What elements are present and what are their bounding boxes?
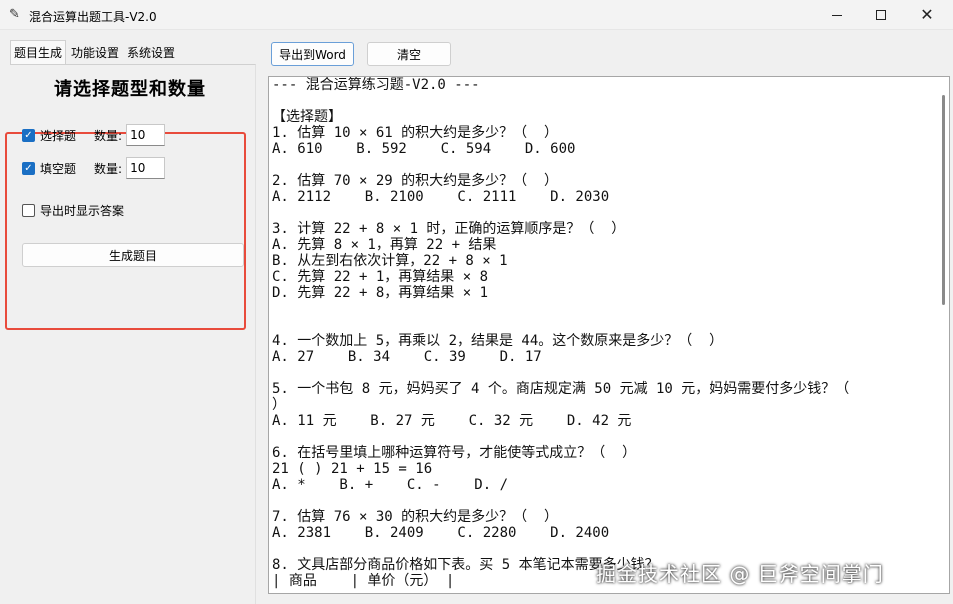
watermark: 掘金技术社区 @ 巨斧空间掌门	[596, 562, 884, 586]
generate-button[interactable]: 生成题目	[22, 243, 244, 267]
choice-checkbox[interactable]: ✓	[22, 128, 35, 142]
output-line: 1. 估算 10 × 61 的积大约是多少？（ ）	[272, 125, 559, 141]
maximize-icon	[876, 10, 886, 20]
output-line: A. 2112 B. 2100 C. 2111 D. 2030	[272, 189, 610, 205]
minimize-button[interactable]	[814, 0, 860, 30]
output-line: 4. 一个数加上 5，再乘以 2，结果是 44。这个数原来是多少？（ ）	[272, 333, 724, 349]
panel-heading: 请选择题型和数量	[54, 79, 206, 100]
show-answers-label: 导出时显示答案	[40, 203, 125, 218]
main-area: 题目生成 功能设置 系统设置 请选择题型和数量 ✓ 选择题 数量: ✓ 填空题 …	[0, 30, 953, 604]
output-line: 7. 估算 76 × 30 的积大约是多少？（ ）	[272, 509, 559, 525]
close-icon: ✕	[920, 5, 934, 24]
output-line: 5. 一个书包 8 元，妈妈买了 4 个。商店规定满 50 元减 10 元，妈妈…	[272, 381, 850, 397]
feather-icon: ✎	[9, 7, 20, 22]
output-text: --- 混合运算练习题-V2.0 --- 【选择题】 1. 估算 10 × 61 …	[272, 77, 849, 589]
window-title: 混合运算出题工具-V2.0	[29, 10, 157, 24]
output-line: A. 610 B. 592 C. 594 D. 600	[272, 141, 576, 157]
output-line: A. * B. + C. - D. /	[272, 477, 509, 493]
fill-qty-label: 数量:	[94, 161, 123, 176]
show-answers-row: 导出时显示答案	[22, 200, 124, 220]
scrollbar[interactable]	[942, 95, 945, 305]
tab-system-settings[interactable]: 系统设置	[124, 42, 178, 64]
fill-label: 填空题	[40, 161, 77, 176]
choice-qty-input[interactable]	[126, 124, 166, 146]
tab-function-settings[interactable]: 功能设置	[68, 42, 122, 64]
output-line: --- 混合运算练习题-V2.0 ---	[272, 77, 480, 93]
output-line: 【选择题】	[272, 109, 342, 125]
output-line: ）	[272, 397, 286, 413]
maximize-button[interactable]	[858, 0, 904, 30]
output-line: 3. 计算 22 + 8 × 1 时，正确的运算顺序是？（ ）	[272, 221, 626, 237]
output-line: A. 11 元 B. 27 元 C. 32 元 D. 42 元	[272, 413, 632, 429]
tab-question-generation[interactable]: 题目生成	[10, 40, 67, 64]
output-line: A. 27 B. 34 C. 39 D. 17	[272, 349, 542, 365]
output-line: B. 从左到右依次计算，22 + 8 × 1	[272, 253, 508, 269]
choice-label: 选择题	[40, 128, 77, 143]
show-answers-checkbox[interactable]	[22, 203, 35, 217]
fill-checkbox[interactable]: ✓	[22, 161, 35, 175]
output-line: 21 ( ) 21 + 15 = 16	[272, 461, 433, 477]
title-bar: ✎ 混合运算出题工具-V2.0 ✕	[0, 0, 953, 30]
minimize-icon	[832, 14, 842, 16]
clear-button[interactable]: 清空	[367, 42, 451, 66]
output-line: D. 先算 22 + 8，再算结果 × 1	[272, 285, 489, 301]
export-word-button[interactable]: 导出到Word	[271, 42, 354, 66]
output-textarea[interactable]: --- 混合运算练习题-V2.0 --- 【选择题】 1. 估算 10 × 61 …	[268, 76, 950, 594]
output-line: A. 2381 B. 2409 C. 2280 D. 2400	[272, 525, 610, 541]
fill-question-row: ✓ 填空题 数量:	[22, 157, 166, 179]
output-line: A. 先算 8 × 1，再算 22 + 结果	[272, 237, 497, 253]
choice-qty-label: 数量:	[94, 128, 123, 143]
choice-question-row: ✓ 选择题 数量:	[22, 124, 166, 146]
output-line: C. 先算 22 + 1，再算结果 × 8	[272, 269, 489, 285]
fill-qty-input[interactable]	[126, 157, 166, 179]
output-line: 6. 在括号里填上哪种运算符号，才能使等式成立？（ ）	[272, 445, 637, 461]
output-line: 2. 估算 70 × 29 的积大约是多少？（ ）	[272, 173, 559, 189]
close-button[interactable]: ✕	[904, 0, 950, 30]
